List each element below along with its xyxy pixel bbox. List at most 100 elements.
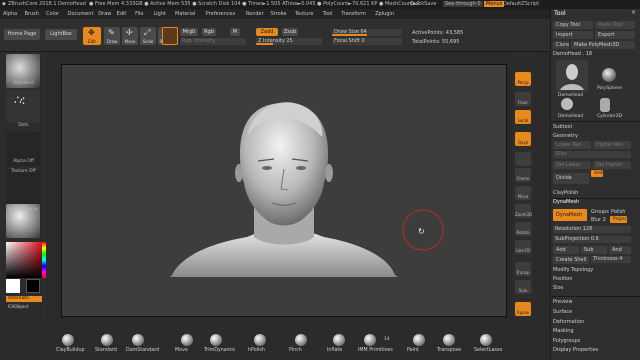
- default-zscript[interactable]: DefaultZScript: [503, 1, 539, 7]
- menu-render[interactable]: Render: [246, 11, 264, 17]
- brush-label[interactable]: TrimDynamic: [204, 348, 235, 353]
- fillobject-button[interactable]: FillObject: [8, 305, 29, 310]
- trimdynamic-brush-icon[interactable]: [210, 334, 222, 346]
- shelf-button-move[interactable]: Move: [515, 186, 531, 200]
- main-color-swatch[interactable]: [6, 279, 20, 293]
- subtool-section[interactable]: Subtool: [553, 124, 572, 130]
- polygroups-section[interactable]: Polygroups: [553, 338, 580, 344]
- viewport-canvas[interactable]: ↻: [61, 64, 507, 317]
- menu-draw[interactable]: Draw: [98, 11, 111, 17]
- brush-label[interactable]: Pinch: [289, 348, 302, 353]
- dynamesh-section[interactable]: DynaMesh: [553, 199, 579, 205]
- deformation-section[interactable]: Deformation: [553, 319, 584, 325]
- size-section[interactable]: Size: [553, 285, 563, 291]
- brush-label[interactable]: hPolish: [248, 348, 265, 353]
- polysphere-tool-thumbnail[interactable]: [602, 68, 616, 82]
- imm-primitives-brush-icon[interactable]: [364, 334, 376, 346]
- draw-button[interactable]: ✎ Draw: [104, 27, 120, 45]
- sdiv-slider[interactable]: SDiv: [553, 151, 631, 158]
- home-page-button[interactable]: Home Page: [4, 29, 40, 40]
- claypolish-section[interactable]: ClayPolish: [553, 190, 578, 196]
- brush-label[interactable]: SelectLasso: [474, 348, 502, 353]
- draw-size-slider[interactable]: Draw Size 64: [332, 29, 402, 36]
- hue-strip[interactable]: [42, 242, 46, 278]
- thickness-slider[interactable]: Thickness 4: [591, 256, 631, 263]
- import-button[interactable]: Import: [553, 31, 593, 39]
- damstandard-brush-icon[interactable]: [132, 334, 144, 346]
- copy-tool-button[interactable]: Copy Tool: [553, 21, 593, 29]
- create-shell-button[interactable]: Create Shell: [553, 256, 589, 264]
- zadd-button[interactable]: Zadd: [256, 28, 278, 36]
- rgb-button[interactable]: Rgb: [202, 28, 216, 36]
- edit-button[interactable]: ✥ Edit: [83, 27, 101, 45]
- polish-toggle[interactable]: Polish: [611, 209, 625, 215]
- texture-thumbnail[interactable]: [6, 170, 40, 204]
- menu-file[interactable]: File: [135, 11, 143, 17]
- shelf-button-persp[interactable]: Persp: [515, 72, 531, 86]
- brush-label[interactable]: IMM Primitives: [358, 348, 393, 353]
- move-brush-icon[interactable]: [181, 334, 193, 346]
- quicksave-button[interactable]: QuickSave: [410, 1, 436, 7]
- position-section[interactable]: Position: [553, 276, 572, 282]
- higher-res-button[interactable]: Higher Res: [593, 141, 631, 149]
- menu-brush[interactable]: Brush: [25, 11, 39, 17]
- preview-section[interactable]: Preview: [553, 299, 572, 305]
- menu-alpha[interactable]: Alpha: [3, 11, 17, 17]
- project-toggle[interactable]: Project: [610, 216, 627, 223]
- color-picker[interactable]: [6, 242, 42, 278]
- resolution-slider[interactable]: Resolution 128: [553, 226, 631, 233]
- shelf-button-local[interactable]: Local: [515, 110, 531, 124]
- cylinder-tool-thumbnail[interactable]: [600, 98, 610, 112]
- secondary-color-swatch[interactable]: [26, 279, 40, 293]
- standard-brush-icon[interactable]: [101, 334, 113, 346]
- scale-mode-button[interactable]: ⤢ Scale: [140, 27, 156, 45]
- and-button[interactable]: And: [609, 246, 631, 254]
- stroke-thumbnail[interactable]: ∴·:: [6, 89, 40, 123]
- focal-shift-slider[interactable]: Focal Shift 0: [332, 38, 402, 45]
- brush-label[interactable]: ClayBuildup: [56, 348, 85, 353]
- divide-button[interactable]: Divide: [553, 173, 589, 184]
- add-button[interactable]: Add: [553, 246, 579, 254]
- demohead-small-thumbnail[interactable]: [561, 98, 573, 110]
- z-intensity-slider[interactable]: Z Intensity 25: [256, 38, 322, 45]
- menu-tool[interactable]: Tool: [323, 11, 333, 17]
- transpose-brush-icon[interactable]: [443, 334, 455, 346]
- close-icon[interactable]: ×: [631, 9, 636, 16]
- modify-topology-section[interactable]: Modify Topology: [553, 267, 593, 273]
- menu-stroke[interactable]: Stroke: [271, 11, 287, 17]
- brush-label[interactable]: Standard: [95, 348, 117, 353]
- brush-label[interactable]: Transpose: [437, 348, 461, 353]
- subprojection-slider[interactable]: SubProjection 0.6: [553, 236, 631, 243]
- shelf-button-zoom3d[interactable]: Zoom3D: [515, 204, 532, 218]
- shelf-button-qxyz[interactable]: Qxyz: [515, 132, 531, 146]
- menu-preferences[interactable]: Preferences: [206, 11, 235, 17]
- m-button[interactable]: M: [230, 28, 240, 36]
- shelf-button-line-fill-polyf[interactable]: Line Fill PolyF: [515, 240, 531, 275]
- alternate-button[interactable]: Alternate: [6, 296, 42, 302]
- del-lower-button[interactable]: Del Lower: [553, 161, 591, 169]
- shelf-button-transp[interactable]: Transp: [515, 262, 531, 276]
- rgb-intensity-slider[interactable]: Rgb Intensity: [180, 38, 246, 45]
- paste-tool-button[interactable]: Paste Tool: [595, 21, 635, 29]
- brush-label[interactable]: Paint: [407, 348, 419, 353]
- blur-slider[interactable]: Blur 2: [591, 217, 606, 223]
- brush-label[interactable]: Inflate: [327, 348, 342, 353]
- material-swatch[interactable]: [162, 27, 178, 45]
- masking-section[interactable]: Masking: [553, 328, 574, 334]
- shelf-button-solo[interactable]: Solo: [515, 280, 531, 294]
- menu-document[interactable]: Document: [68, 11, 94, 17]
- lower-res-button[interactable]: Lower Res: [553, 141, 591, 149]
- del-higher-button[interactable]: Del Higher: [593, 161, 631, 169]
- menu-edit[interactable]: Edit: [117, 11, 127, 17]
- sub-button[interactable]: Sub: [581, 246, 607, 254]
- display-properties-section[interactable]: Display Properties: [553, 347, 598, 353]
- menu-transform[interactable]: Transform: [341, 11, 366, 17]
- lightbox-button[interactable]: LightBox: [45, 29, 77, 40]
- menu-zplugin[interactable]: Zplugin: [375, 11, 394, 17]
- shelf-button-rotate[interactable]: Rotate: [515, 222, 531, 236]
- surface-section[interactable]: Surface: [553, 309, 572, 315]
- clone-button[interactable]: Clone: [553, 41, 569, 49]
- menu-color[interactable]: Color: [46, 11, 59, 17]
- mrgb-button[interactable]: Mrgb: [180, 28, 198, 36]
- see-through-slider[interactable]: See-through 0: [443, 1, 483, 7]
